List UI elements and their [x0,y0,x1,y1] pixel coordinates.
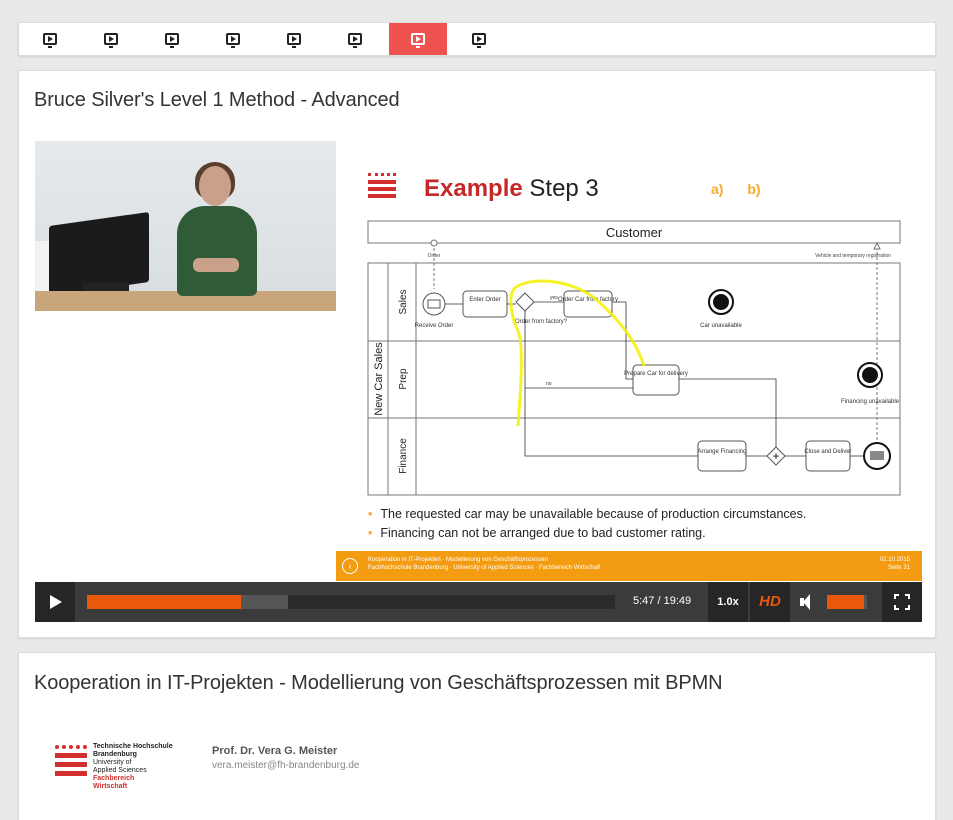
presentation-icon [43,33,57,48]
video-card: Bruce Silver's Level 1 Method - Advanced [18,70,936,638]
bpmn-diagram: Customer New Car Sales Sales Prep Financ… [367,220,901,496]
customer-pool-label: Customer [606,225,663,240]
speaker-camera-feed [35,141,336,311]
tab-video-8[interactable] [450,23,508,55]
presentation-icon [411,33,425,48]
university-logo: Technische Hochschule Brandenburg Univer… [55,743,185,801]
svg-text:no: no [546,381,552,387]
slide-bullet: • The requested car may be unavailable be… [368,507,807,521]
receive-order-label: Receive Order [415,323,454,329]
tab-video-3[interactable] [143,23,201,55]
order-label: Order [428,253,441,259]
tab-video-2[interactable] [82,23,140,55]
author-email[interactable]: vera.meister@fh-brandenburg.de [212,760,359,771]
seek-bar[interactable] [87,595,615,609]
video-title: Bruce Silver's Level 1 Method - Advanced [34,89,400,111]
slide-bullet: • Financing can not be arranged due to ba… [368,526,706,540]
time-display: 5:47 / 19:49 [633,595,692,607]
lane-label-finance: Finance [398,438,409,474]
main-pool-label: New Car Sales [373,342,385,416]
presentation-icon [348,33,362,48]
fullscreen-button[interactable] [882,582,922,622]
volume-icon[interactable] [793,582,823,622]
slide-bullets: • The requested car may be unavailable be… [368,505,806,543]
lane-label-sales: Sales [398,289,409,314]
tab-video-6[interactable] [326,23,384,55]
presentation-icon [226,33,240,48]
fullscreen-icon [894,594,899,599]
author-info: Prof. Dr. Vera G. Meister vera.meister@f… [212,745,359,771]
order-car-label: Order Car from factory [558,297,618,303]
slide-footer-date: 02.10.2015 Seite 31 [879,557,910,571]
presentation-slide: Example Step 3 a) b) Customer New Car Sa… [336,141,922,581]
playback-speed-button[interactable]: 1.0x [708,582,748,622]
tab-video-7-active[interactable] [389,23,447,55]
arrange-financing-label: Arrange Financing [697,449,746,455]
vehicle-reg-label: Vehicle and temporary registration [815,253,891,259]
hd-quality-button[interactable]: HD [750,582,790,622]
volume-level [827,595,864,609]
tab-video-1[interactable] [21,23,79,55]
slide-back-icon[interactable]: ‹ [342,558,358,574]
speaker-image [169,162,265,296]
presentation-icon [287,33,301,48]
lane-label-prep: Prep [398,368,409,390]
car-unavailable-label: Car unavailable [700,323,742,329]
course-card: Kooperation in IT-Projekten - Modellieru… [18,652,936,820]
video-tab-bar [18,22,936,56]
enter-order-label: Enter Order [469,297,500,303]
tab-video-5[interactable] [265,23,323,55]
prepare-car-label: Prepare Car for delivery [624,371,688,377]
tab-video-4[interactable] [204,23,262,55]
svg-text:yes: yes [550,295,558,301]
video-player[interactable]: Example Step 3 a) b) Customer New Car Sa… [35,141,922,622]
university-name: Technische Hochschule Brandenburg Univer… [93,743,173,790]
volume-slider[interactable] [827,595,867,609]
financing-unavailable-label: Financing unavailable [841,399,900,405]
gateway-label: Order from factory? [515,319,568,325]
slide-footer-text: Kooperation in IT-Projekten · Modellieru… [368,557,601,571]
presentation-icon [165,33,179,48]
svg-text:+: + [772,449,779,463]
presentation-icon [472,33,486,48]
close-deliver-label: Close and Deliver [804,449,851,455]
slide-footer: ‹ Kooperation in IT-Projekten · Modellie… [336,551,922,581]
presentation-icon [104,33,118,48]
player-controls: 5:47 / 19:49 1.0x HD [35,582,922,622]
course-title: Kooperation in IT-Projekten - Modellieru… [34,672,723,694]
author-name: Prof. Dr. Vera G. Meister [212,745,338,757]
seek-bar-progress [87,595,242,609]
university-mark-icon [55,745,87,780]
play-button[interactable] [35,582,75,622]
